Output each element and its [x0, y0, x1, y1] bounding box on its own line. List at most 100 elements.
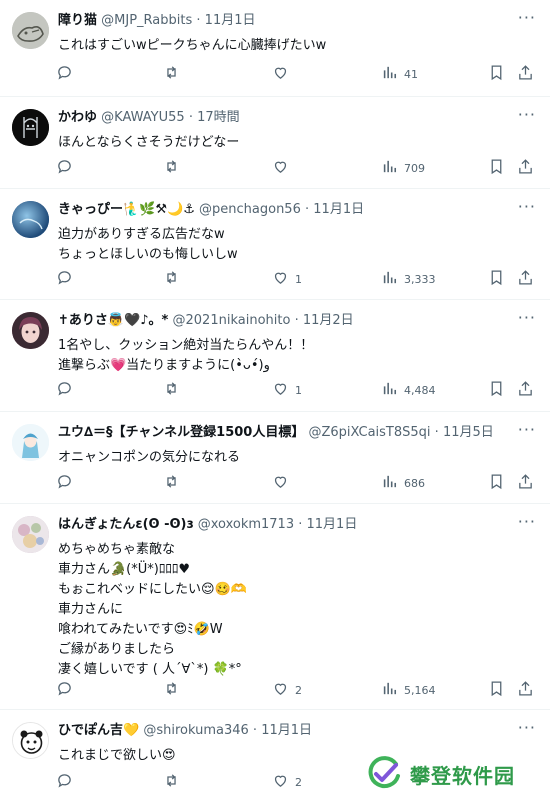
display-name[interactable]: かわゆ [58, 110, 97, 125]
timestamp[interactable]: 11月2日 [303, 313, 354, 328]
bookmark-button[interactable] [488, 473, 505, 492]
like-button[interactable] [272, 65, 289, 83]
like-icon [272, 64, 289, 85]
display-name[interactable]: 障り猫 [58, 13, 97, 28]
tweet-line: もぉこれベッドにしたい😌🥴🫶 [58, 582, 247, 597]
share-icon [517, 473, 534, 494]
like-button[interactable]: 2 [272, 681, 302, 699]
separator-dot: · [305, 202, 310, 217]
user-handle[interactable]: @Z6piXCaisT8S5qi [309, 425, 431, 440]
avatar[interactable] [12, 722, 49, 759]
user-handle[interactable]: @KAWAYU55 [101, 110, 185, 125]
tweet[interactable]: ✝ありさ👼🖤♪。* @2021nikainohito · 11月2日 ··· 1… [0, 300, 550, 412]
more-icon[interactable]: ··· [518, 107, 536, 123]
views-icon [381, 158, 398, 179]
user-handle[interactable]: @MJP_Rabbits [101, 13, 192, 28]
tweet-header: ✝ありさ👼🖤♪。* @2021nikainohito · 11月2日 [58, 313, 354, 329]
bookmark-icon [488, 158, 505, 179]
more-icon[interactable]: ··· [518, 514, 536, 530]
tweet-header: かわゆ @KAWAYU55 · 17時間 [58, 110, 240, 126]
avatar[interactable] [12, 516, 49, 553]
views-button[interactable]: 5,164 [381, 681, 436, 699]
views-button[interactable]: 709 [381, 159, 425, 177]
tweet-header: ひでぽん吉💛 @shirokuma346 · 11月1日 [58, 723, 312, 739]
more-icon[interactable]: ··· [518, 199, 536, 215]
timestamp[interactable]: 11月1日 [261, 723, 312, 738]
display-name[interactable]: ひでぽん吉💛 [58, 723, 139, 738]
avatar[interactable] [12, 312, 49, 349]
user-handle[interactable]: @xoxokm1713 [198, 517, 294, 532]
tweet[interactable]: ユウ∆＝§【チャンネル登録1500人目標】 @Z6piXCaisT8S5qi ·… [0, 412, 550, 504]
like-button[interactable] [272, 159, 289, 177]
more-icon[interactable]: ··· [518, 310, 536, 326]
retweet-button[interactable] [163, 270, 180, 288]
retweet-button[interactable] [163, 381, 180, 399]
reply-button[interactable] [56, 381, 73, 399]
tweet-header: ユウ∆＝§【チャンネル登録1500人目標】 @Z6piXCaisT8S5qi ·… [58, 425, 494, 441]
views-button[interactable]: 3,333 [381, 270, 436, 288]
timestamp[interactable]: 11月1日 [307, 517, 358, 532]
view-count: 3,333 [404, 272, 436, 286]
share-button[interactable] [517, 680, 534, 699]
views-button[interactable]: 4,484 [381, 381, 436, 399]
bookmark-button[interactable] [488, 380, 505, 401]
more-icon[interactable]: ··· [518, 10, 536, 26]
reply-button[interactable] [56, 474, 73, 492]
retweet-button[interactable] [163, 474, 180, 492]
bookmark-button[interactable] [488, 158, 505, 179]
share-button[interactable] [517, 473, 534, 494]
share-button[interactable] [517, 269, 534, 290]
reply-button[interactable] [56, 159, 73, 177]
reply-button[interactable] [56, 773, 73, 791]
more-icon[interactable]: ··· [518, 422, 536, 438]
bookmark-button[interactable] [488, 269, 505, 288]
retweet-button[interactable] [163, 159, 180, 177]
view-count: 5,164 [404, 683, 436, 697]
bookmark-icon [488, 380, 505, 401]
avatar[interactable] [12, 109, 49, 146]
display-name[interactable]: はんぎょたんɛ(ʘ -ʘ)ɜ [58, 517, 194, 532]
tweet-text: これまじで欲しい😍 [58, 746, 176, 766]
bookmark-button[interactable] [488, 64, 505, 83]
display-name[interactable]: ユウ∆＝§【チャンネル登録1500人目標】 [58, 425, 304, 440]
timestamp[interactable]: 11月1日 [205, 13, 256, 28]
share-button[interactable] [517, 380, 534, 399]
like-button[interactable]: 1 [272, 270, 302, 288]
retweet-button[interactable] [163, 681, 180, 699]
timestamp[interactable]: 11月5日 [443, 425, 494, 440]
retweet-icon [163, 772, 180, 793]
retweet-icon [163, 380, 180, 401]
more-icon[interactable]: ··· [518, 720, 536, 736]
share-icon [517, 269, 534, 290]
display-name[interactable]: ✝ありさ👼🖤♪。* [58, 313, 168, 328]
reply-button[interactable] [56, 270, 73, 288]
like-button[interactable] [272, 474, 289, 492]
views-button[interactable]: 686 [381, 474, 425, 492]
avatar[interactable] [12, 201, 49, 238]
views-icon [381, 473, 398, 494]
tweet[interactable]: 障り猫 @MJP_Rabbits · 11月1日 ··· これはすごいwピークち… [0, 0, 550, 97]
like-button[interactable]: 2 [272, 773, 302, 791]
timestamp[interactable]: 17時間 [197, 110, 240, 125]
timestamp[interactable]: 11月1日 [313, 202, 364, 217]
avatar[interactable] [12, 424, 49, 461]
user-handle[interactable]: @2021nikainohito [173, 313, 291, 328]
retweet-button[interactable] [163, 773, 180, 791]
user-handle[interactable]: @penchagon56 [199, 202, 301, 217]
tweet-line: ご縁がありましたら [58, 642, 176, 657]
like-button[interactable]: 1 [272, 381, 302, 399]
share-button[interactable] [517, 158, 534, 177]
tweet[interactable]: はんぎょたんɛ(ʘ -ʘ)ɜ @xoxokm1713 · 11月1日 ··· め… [0, 504, 550, 710]
retweet-button[interactable] [163, 65, 180, 83]
separator-dot: · [252, 723, 258, 738]
tweet[interactable]: きゃっぴー🧜‍♂️🌿⚒🌙⚓ @penchagon56 · 11月1日 ··· 迫… [0, 189, 550, 300]
reply-button[interactable] [56, 681, 73, 699]
views-button[interactable]: 41 [381, 65, 418, 83]
display-name[interactable]: きゃっぴー🧜‍♂️🌿⚒🌙⚓ [58, 202, 195, 217]
bookmark-button[interactable] [488, 680, 505, 699]
share-button[interactable] [517, 64, 534, 83]
user-handle[interactable]: @shirokuma346 [143, 723, 248, 738]
avatar[interactable] [12, 12, 49, 49]
reply-button[interactable] [56, 65, 73, 83]
tweet[interactable]: かわゆ @KAWAYU55 · 17時間 ··· ほんとならくさそうだけどなー … [0, 97, 550, 189]
